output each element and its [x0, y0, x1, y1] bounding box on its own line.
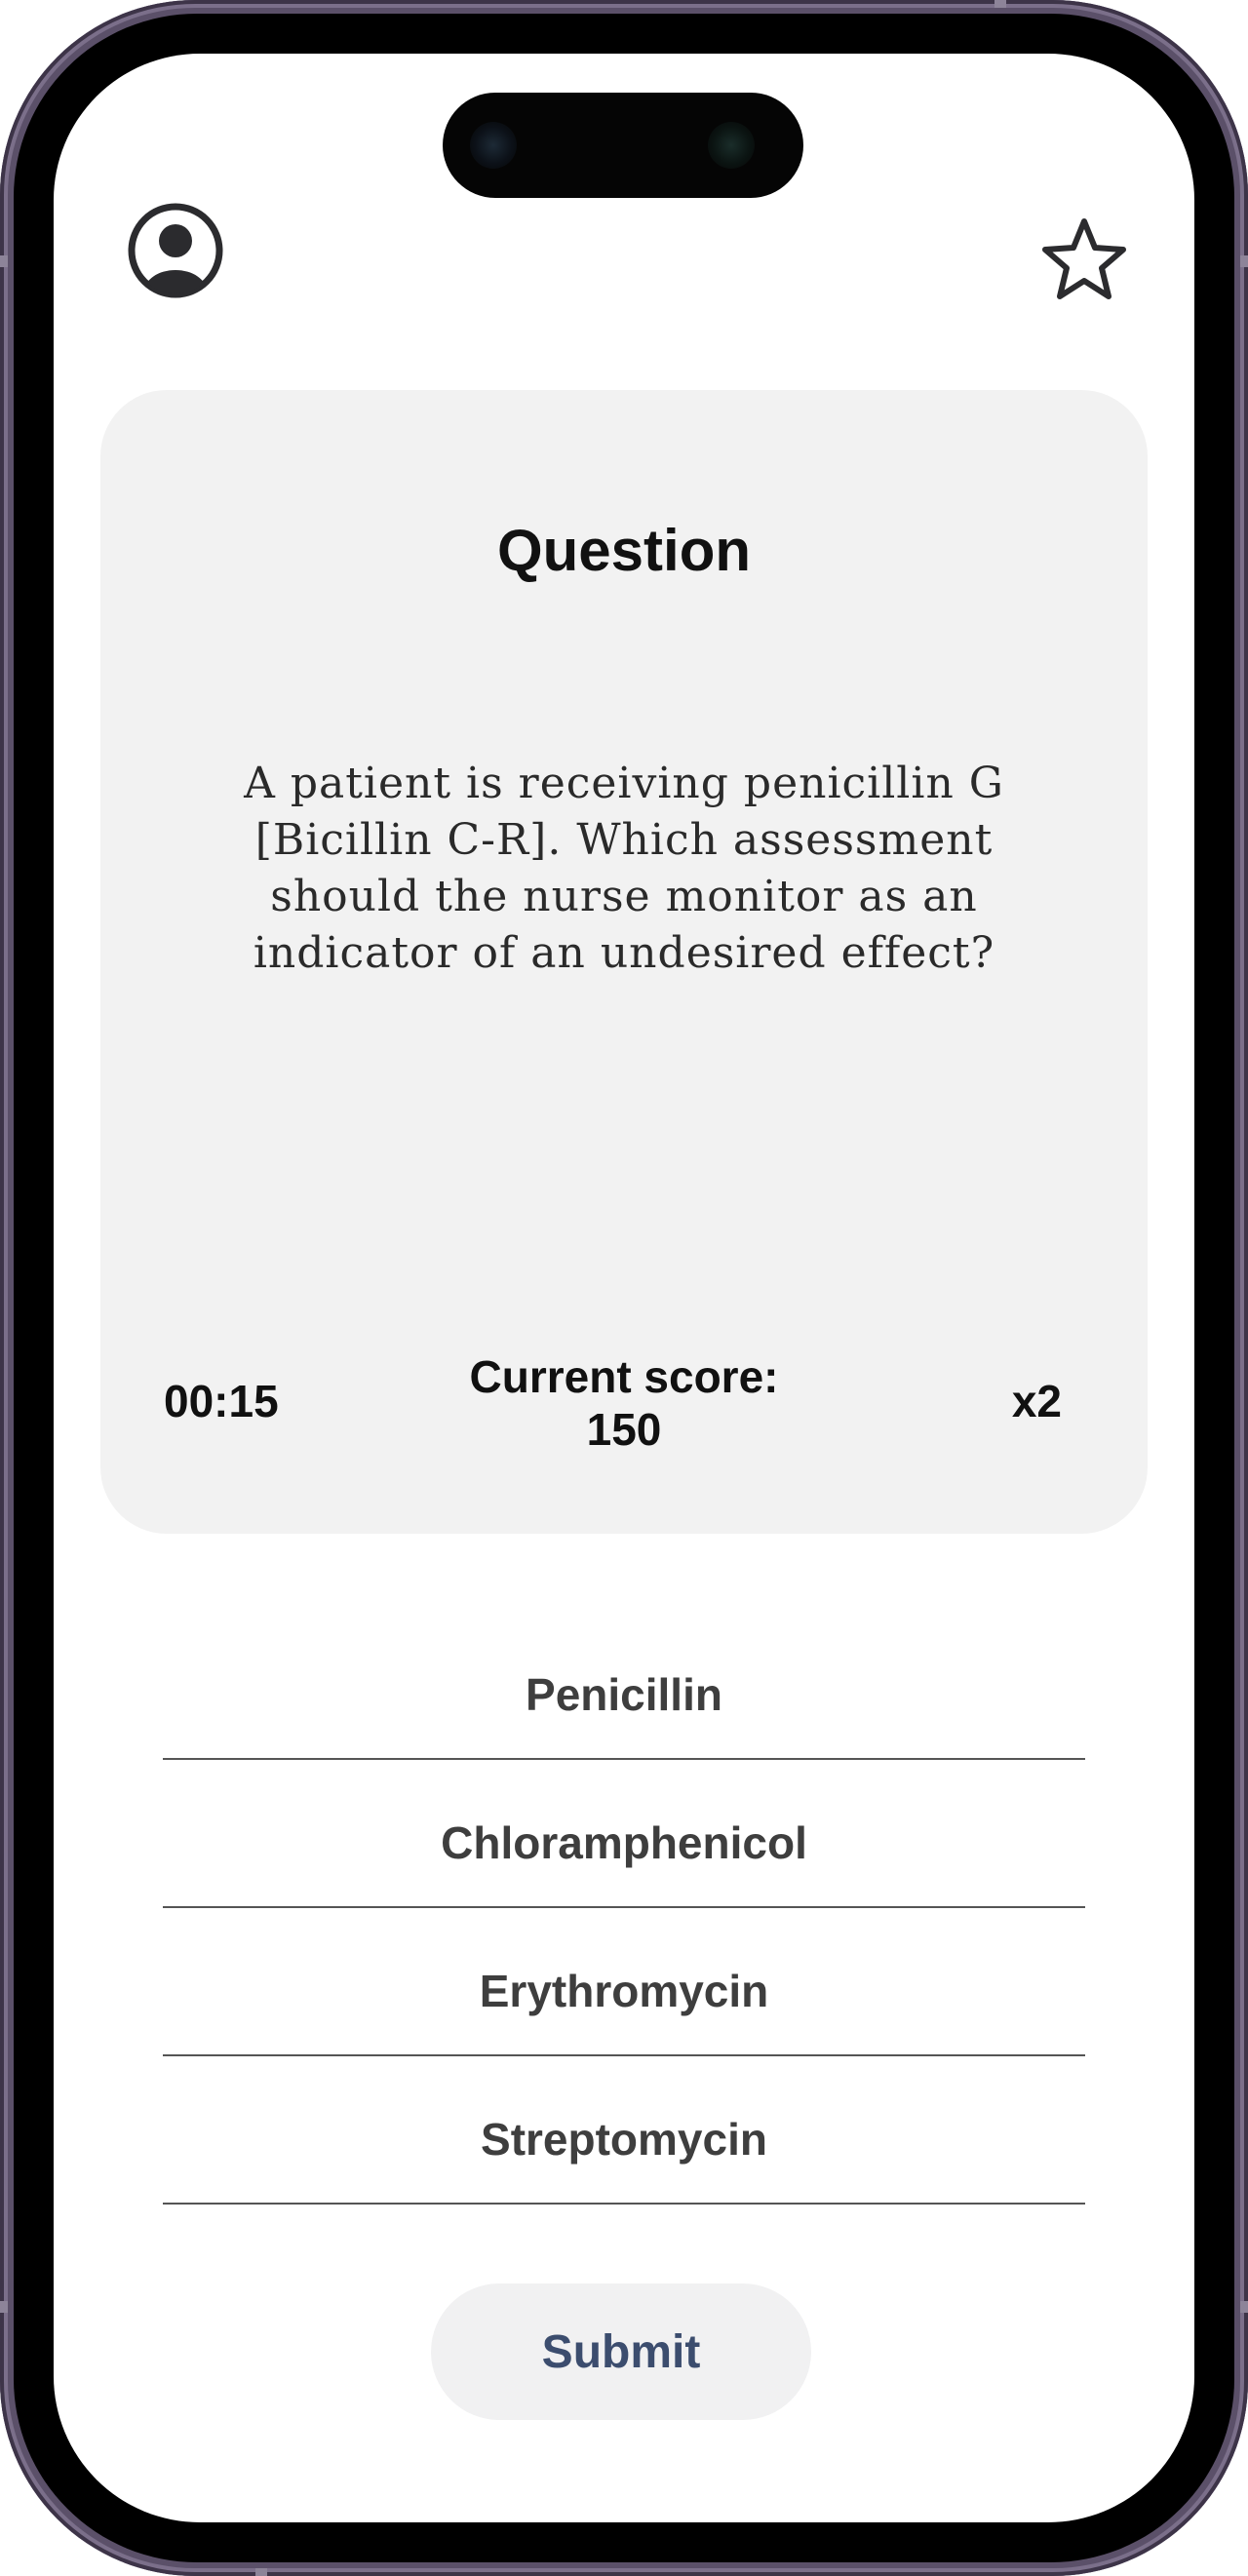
app-screen: Question A patient is receiving penicill…	[54, 54, 1194, 2522]
phone-side-button	[0, 255, 8, 267]
score-value: 150	[586, 1404, 662, 1455]
answer-option-label: Erythromycin	[479, 1966, 769, 2016]
answer-option-label: Penicillin	[526, 1669, 722, 1720]
star-outline-icon	[1042, 218, 1126, 299]
dynamic-island	[443, 93, 803, 198]
answer-options-list: Penicillin Chloramphenicol Erythromycin …	[163, 1614, 1085, 2205]
phone-frame: Question A patient is receiving penicill…	[0, 0, 1248, 2576]
sensor-icon	[708, 122, 755, 169]
phone-side-button	[255, 2568, 267, 2576]
submit-button[interactable]: Submit	[431, 2283, 811, 2420]
timer-display: 00:15	[164, 1376, 279, 1426]
answer-option[interactable]: Streptomycin	[163, 2056, 1085, 2205]
answer-option[interactable]: Erythromycin	[163, 1908, 1085, 2056]
phone-side-button	[994, 0, 1006, 8]
score-multiplier: x2	[1011, 1376, 1062, 1426]
phone-side-button	[0, 2301, 8, 2313]
user-circle-icon	[128, 203, 223, 298]
score-label: Current score:	[469, 1351, 779, 1402]
answer-option[interactable]: Penicillin	[163, 1614, 1085, 1760]
question-text: A patient is receiving penicillin G [Bic…	[244, 759, 1004, 978]
answer-option-label: Chloramphenicol	[441, 1817, 807, 1868]
answer-option-label: Streptomycin	[481, 2114, 767, 2165]
favorite-button[interactable]	[1039, 215, 1129, 305]
profile-button[interactable]	[127, 202, 224, 299]
phone-side-button	[1240, 2301, 1248, 2313]
question-card: Question A patient is receiving penicill…	[100, 390, 1148, 1534]
camera-lens-icon	[470, 122, 517, 169]
phone-side-button	[1240, 255, 1248, 267]
question-title: Question	[496, 518, 751, 583]
current-score: Current score: 150	[429, 1350, 819, 1456]
answer-option[interactable]: Chloramphenicol	[163, 1760, 1085, 1908]
